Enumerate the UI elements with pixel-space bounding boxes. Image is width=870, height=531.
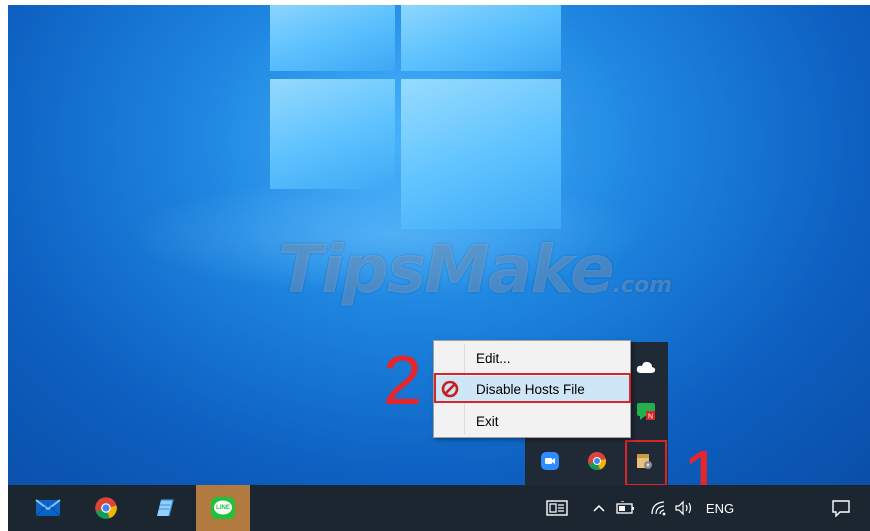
line-app-taskbar-button[interactable]: LINE bbox=[196, 485, 250, 531]
svg-text:N: N bbox=[648, 414, 653, 421]
line-app-label: LINE bbox=[216, 505, 230, 511]
zoom-icon[interactable] bbox=[539, 450, 561, 472]
wifi-icon[interactable] bbox=[648, 485, 670, 531]
windows-logo-pane bbox=[401, 79, 561, 229]
chrome-icon[interactable] bbox=[88, 485, 124, 531]
battery-icon[interactable] bbox=[614, 485, 638, 531]
news-widget-icon[interactable] bbox=[540, 485, 574, 531]
windows-logo-pane bbox=[270, 79, 395, 189]
volume-icon[interactable] bbox=[672, 485, 696, 531]
windows-logo-pane bbox=[401, 5, 561, 71]
menu-item-edit[interactable]: Edit... bbox=[434, 345, 630, 371]
taskbar: LINE ENG bbox=[8, 485, 870, 531]
watermark-main: TipsMake bbox=[278, 231, 615, 308]
menu-item-label: Exit bbox=[476, 413, 499, 429]
language-indicator[interactable]: ENG bbox=[702, 485, 738, 531]
watermark: TipsMake.com bbox=[278, 231, 672, 308]
menu-item-highlight bbox=[434, 373, 631, 403]
menu-item-label: Edit... bbox=[476, 350, 511, 366]
windows-logo-pane bbox=[270, 5, 395, 71]
tray-icon-highlight bbox=[625, 440, 667, 486]
notification-center-icon[interactable] bbox=[826, 485, 856, 531]
chevron-up-icon[interactable] bbox=[588, 485, 610, 531]
mail-icon[interactable] bbox=[30, 485, 66, 531]
onedrive-cloud-icon[interactable] bbox=[635, 356, 657, 378]
chat-notification-icon[interactable]: N bbox=[635, 400, 657, 422]
watermark-suffix: .com bbox=[612, 273, 673, 298]
menu-item-exit[interactable]: Exit bbox=[434, 408, 630, 434]
chrome-icon[interactable] bbox=[586, 450, 608, 472]
notepad-icon[interactable] bbox=[146, 485, 182, 531]
step-number-2: 2 bbox=[383, 341, 422, 419]
